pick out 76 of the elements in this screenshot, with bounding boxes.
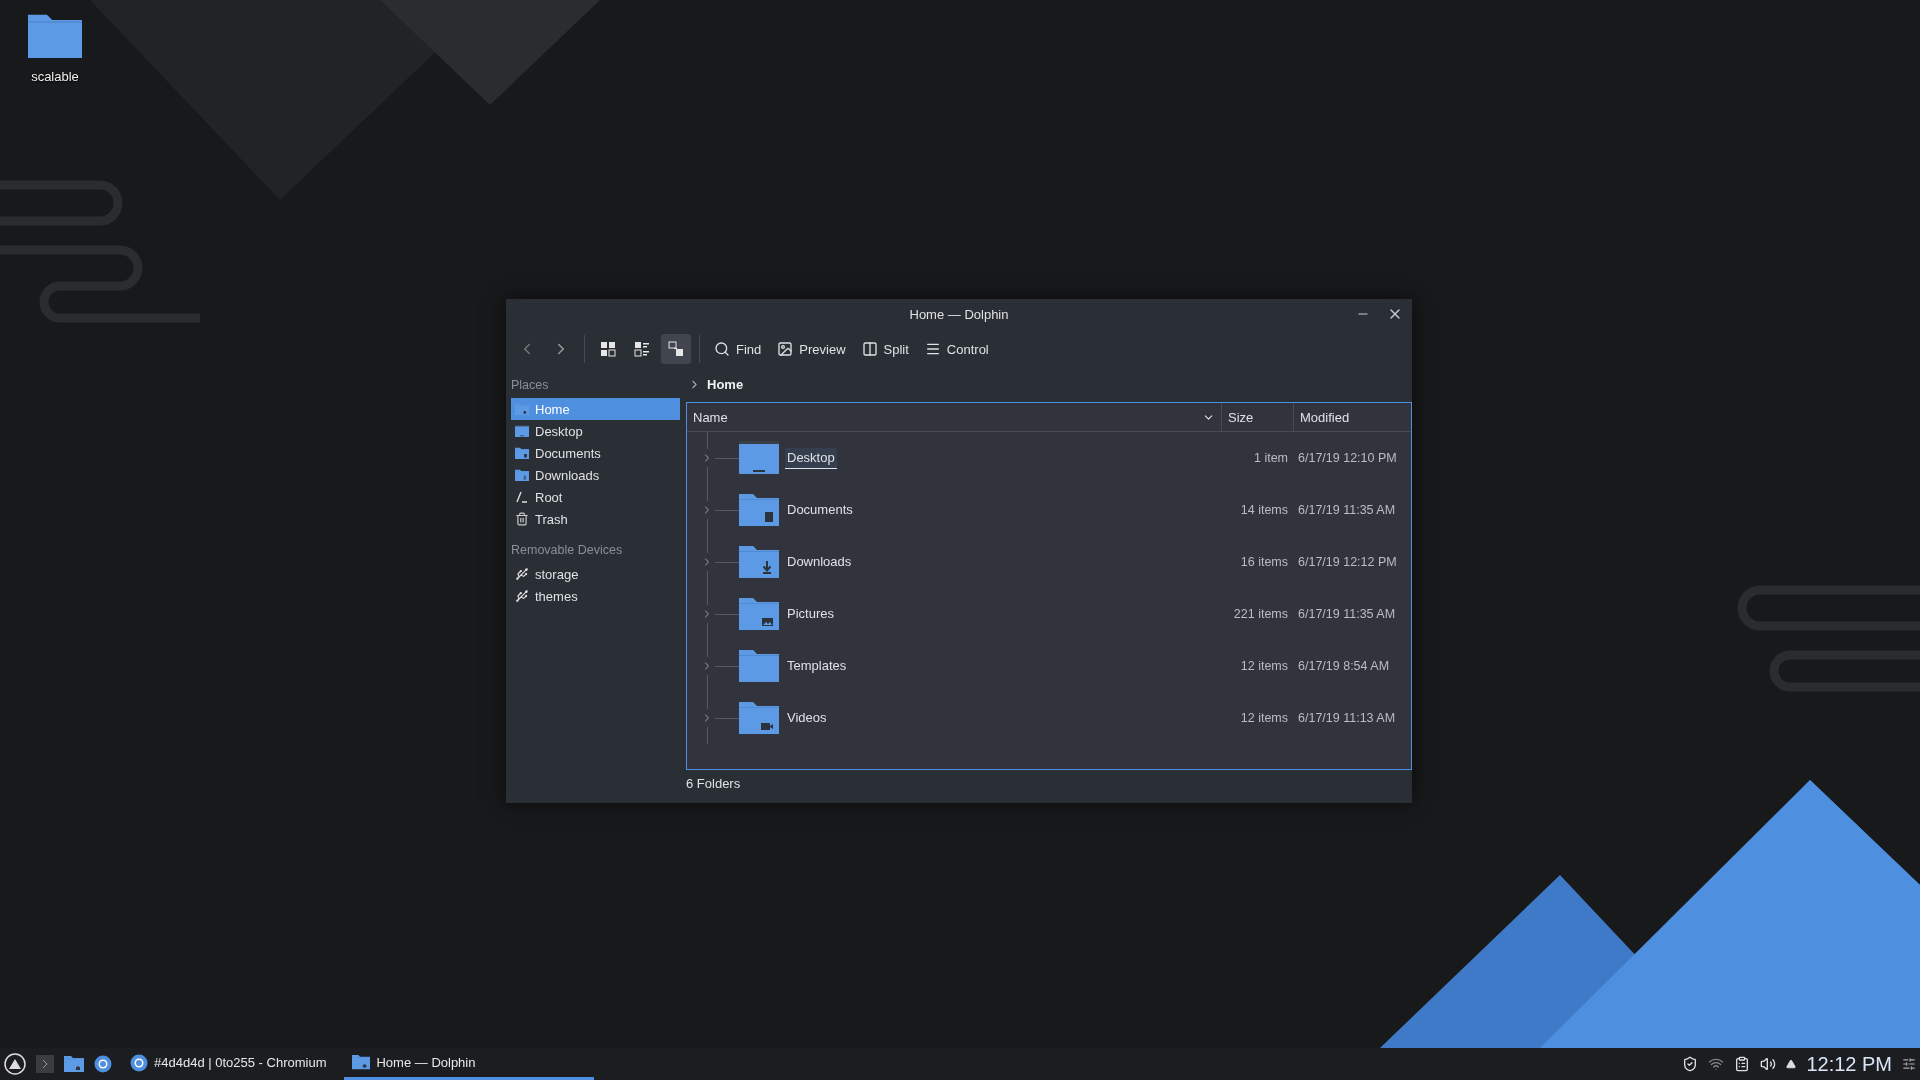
modified-cell-text: 6/17/19 11:35 AM [1297,607,1397,621]
folder-icon [739,700,779,736]
details-view-icon [668,341,684,357]
size-cell-text: 12 items [1239,711,1289,725]
split-button[interactable]: Split [855,337,915,361]
folder-icon [352,1054,371,1071]
home-folder-icon [515,402,529,416]
file-name[interactable]: Videos [785,707,829,729]
sidebar-item[interactable]: Desktop [511,420,680,442]
settings-icon[interactable] [1902,1057,1916,1071]
slash-icon [515,490,529,504]
file-name[interactable]: Pictures [785,603,836,625]
terminal-icon[interactable] [36,1055,54,1073]
modified-cell-text: 6/17/19 11:13 AM [1297,711,1397,725]
browser-icon [130,1053,148,1072]
folder-icon [64,1055,84,1073]
file-name[interactable]: Documents [785,499,855,521]
icons-view-icon [600,341,616,357]
sidebar-item[interactable]: Trash [511,508,680,530]
folder-icon [28,12,82,61]
file-name[interactable]: Desktop [785,447,837,469]
folder-icon [515,468,529,482]
folder-icon [515,424,529,438]
sidebar-item[interactable]: storage [511,563,680,585]
column-header[interactable]: Size [1221,403,1293,431]
folder-icon [739,544,779,580]
find-button[interactable]: Find [708,337,768,361]
clock[interactable]: 12:12 PM [1806,1052,1892,1076]
preview-button[interactable]: Preview [771,337,852,361]
file-name[interactable]: Downloads [785,551,854,573]
app-launcher-icon[interactable] [4,1053,26,1075]
trash-icon [515,512,529,526]
taskbar-task[interactable]: #4d4d4d | 0to255 - Chromium [122,1048,335,1080]
view-mode-button[interactable] [661,334,691,364]
column-header[interactable]: Modified [1293,403,1411,431]
window-title: Home — Dolphin [909,306,1009,322]
sidebar-item[interactable]: Documents [511,442,680,464]
size-cell-text: 16 items [1239,555,1289,569]
wifi-icon[interactable] [1708,1056,1725,1072]
taskbar-task[interactable]: Home — Dolphin [344,1048,595,1080]
modified-cell-text: 6/17/19 11:35 AM [1297,503,1397,517]
folder-icon [739,648,779,684]
modified-cell-text: 6/17/19 12:10 PM [1297,451,1398,465]
usb-drive-icon [515,567,529,581]
size-cell-text: 12 items [1239,659,1289,673]
split-view-icon [861,341,878,357]
folder-icon [739,596,779,632]
size-cell-text: 221 items [1232,607,1289,621]
usb-drive-icon [515,589,529,603]
status-text: 6 Folders [686,775,742,791]
file-name[interactable]: Templates [785,655,849,677]
image-icon [777,341,794,357]
column-header[interactable]: Name [687,403,1221,431]
size-cell-text: 14 items [1239,503,1289,517]
breadcrumb-item[interactable]: Home [707,376,744,392]
modified-cell-text: 6/17/19 8:54 AM [1297,659,1391,673]
control-button[interactable]: Control [918,337,995,361]
folder-icon [739,492,779,528]
menu-icon [924,341,941,357]
sidebar-item[interactable]: Downloads [511,464,680,486]
desktop-icon-label[interactable]: scalable [31,68,79,84]
volume-icon[interactable] [1760,1056,1777,1072]
sidebar-item[interactable]: themes [511,585,680,607]
clipboard-icon[interactable] [1734,1056,1751,1072]
expand-tray-icon[interactable] [1786,1059,1797,1069]
shield-icon[interactable] [1682,1056,1699,1072]
compact-view-icon [634,341,650,357]
modified-cell-text: 6/17/19 12:12 PM [1297,555,1398,569]
search-icon [714,341,730,357]
sidebar-item[interactable]: Root [511,486,680,508]
size-cell-text: 1 item [1252,451,1289,465]
browser-icon [94,1055,112,1073]
folder-icon [515,446,529,460]
sidebar-heading: Places [511,377,550,394]
folder-icon [739,440,779,476]
sidebar-heading: Removable Devices [511,542,624,559]
